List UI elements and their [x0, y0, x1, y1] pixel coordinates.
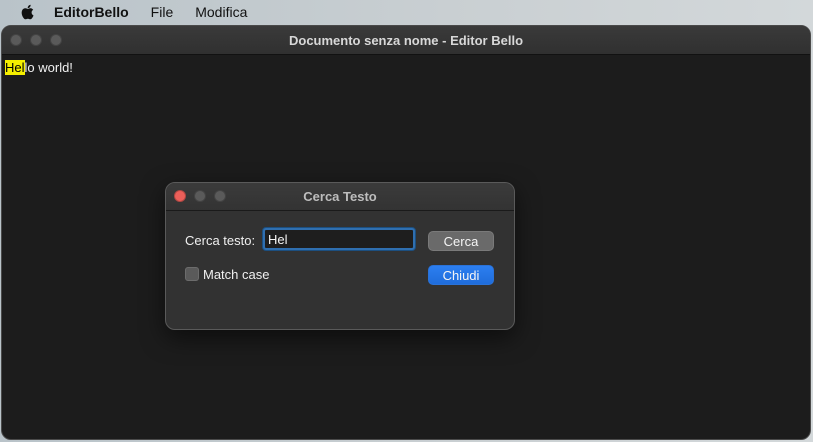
dialog-title: Cerca Testo: [303, 189, 377, 204]
menu-bar: EditorBello File Modifica: [0, 0, 813, 24]
window-controls: [10, 34, 62, 46]
menu-modifica[interactable]: Modifica: [195, 4, 247, 20]
dialog-close-button[interactable]: [174, 190, 186, 202]
search-input[interactable]: [263, 228, 415, 250]
minimize-window-button[interactable]: [30, 34, 42, 46]
match-case-checkbox[interactable]: [185, 267, 199, 281]
match-case-label[interactable]: Match case: [203, 267, 269, 282]
editor-text: lo world!: [24, 60, 73, 75]
window-title: Documento senza nome - Editor Bello: [288, 32, 524, 48]
dialog-window-controls: [174, 190, 226, 202]
search-label: Cerca testo:: [185, 233, 256, 248]
zoom-window-button[interactable]: [50, 34, 62, 46]
menu-app-name[interactable]: EditorBello: [54, 4, 129, 20]
apple-logo-icon[interactable]: [20, 4, 34, 20]
window-titlebar[interactable]: Documento senza nome - Editor Bello: [2, 26, 810, 55]
dialog-zoom-button[interactable]: [214, 190, 226, 202]
close-button[interactable]: Chiudi: [428, 265, 494, 285]
close-window-button[interactable]: [10, 34, 22, 46]
dialog-titlebar[interactable]: Cerca Testo: [166, 183, 514, 211]
search-button[interactable]: Cerca: [428, 231, 494, 251]
find-dialog: Cerca Testo Cerca testo: Cerca Match cas…: [165, 182, 515, 330]
menu-file[interactable]: File: [151, 4, 174, 20]
search-highlight: Hel: [5, 60, 25, 75]
dialog-minimize-button[interactable]: [194, 190, 206, 202]
